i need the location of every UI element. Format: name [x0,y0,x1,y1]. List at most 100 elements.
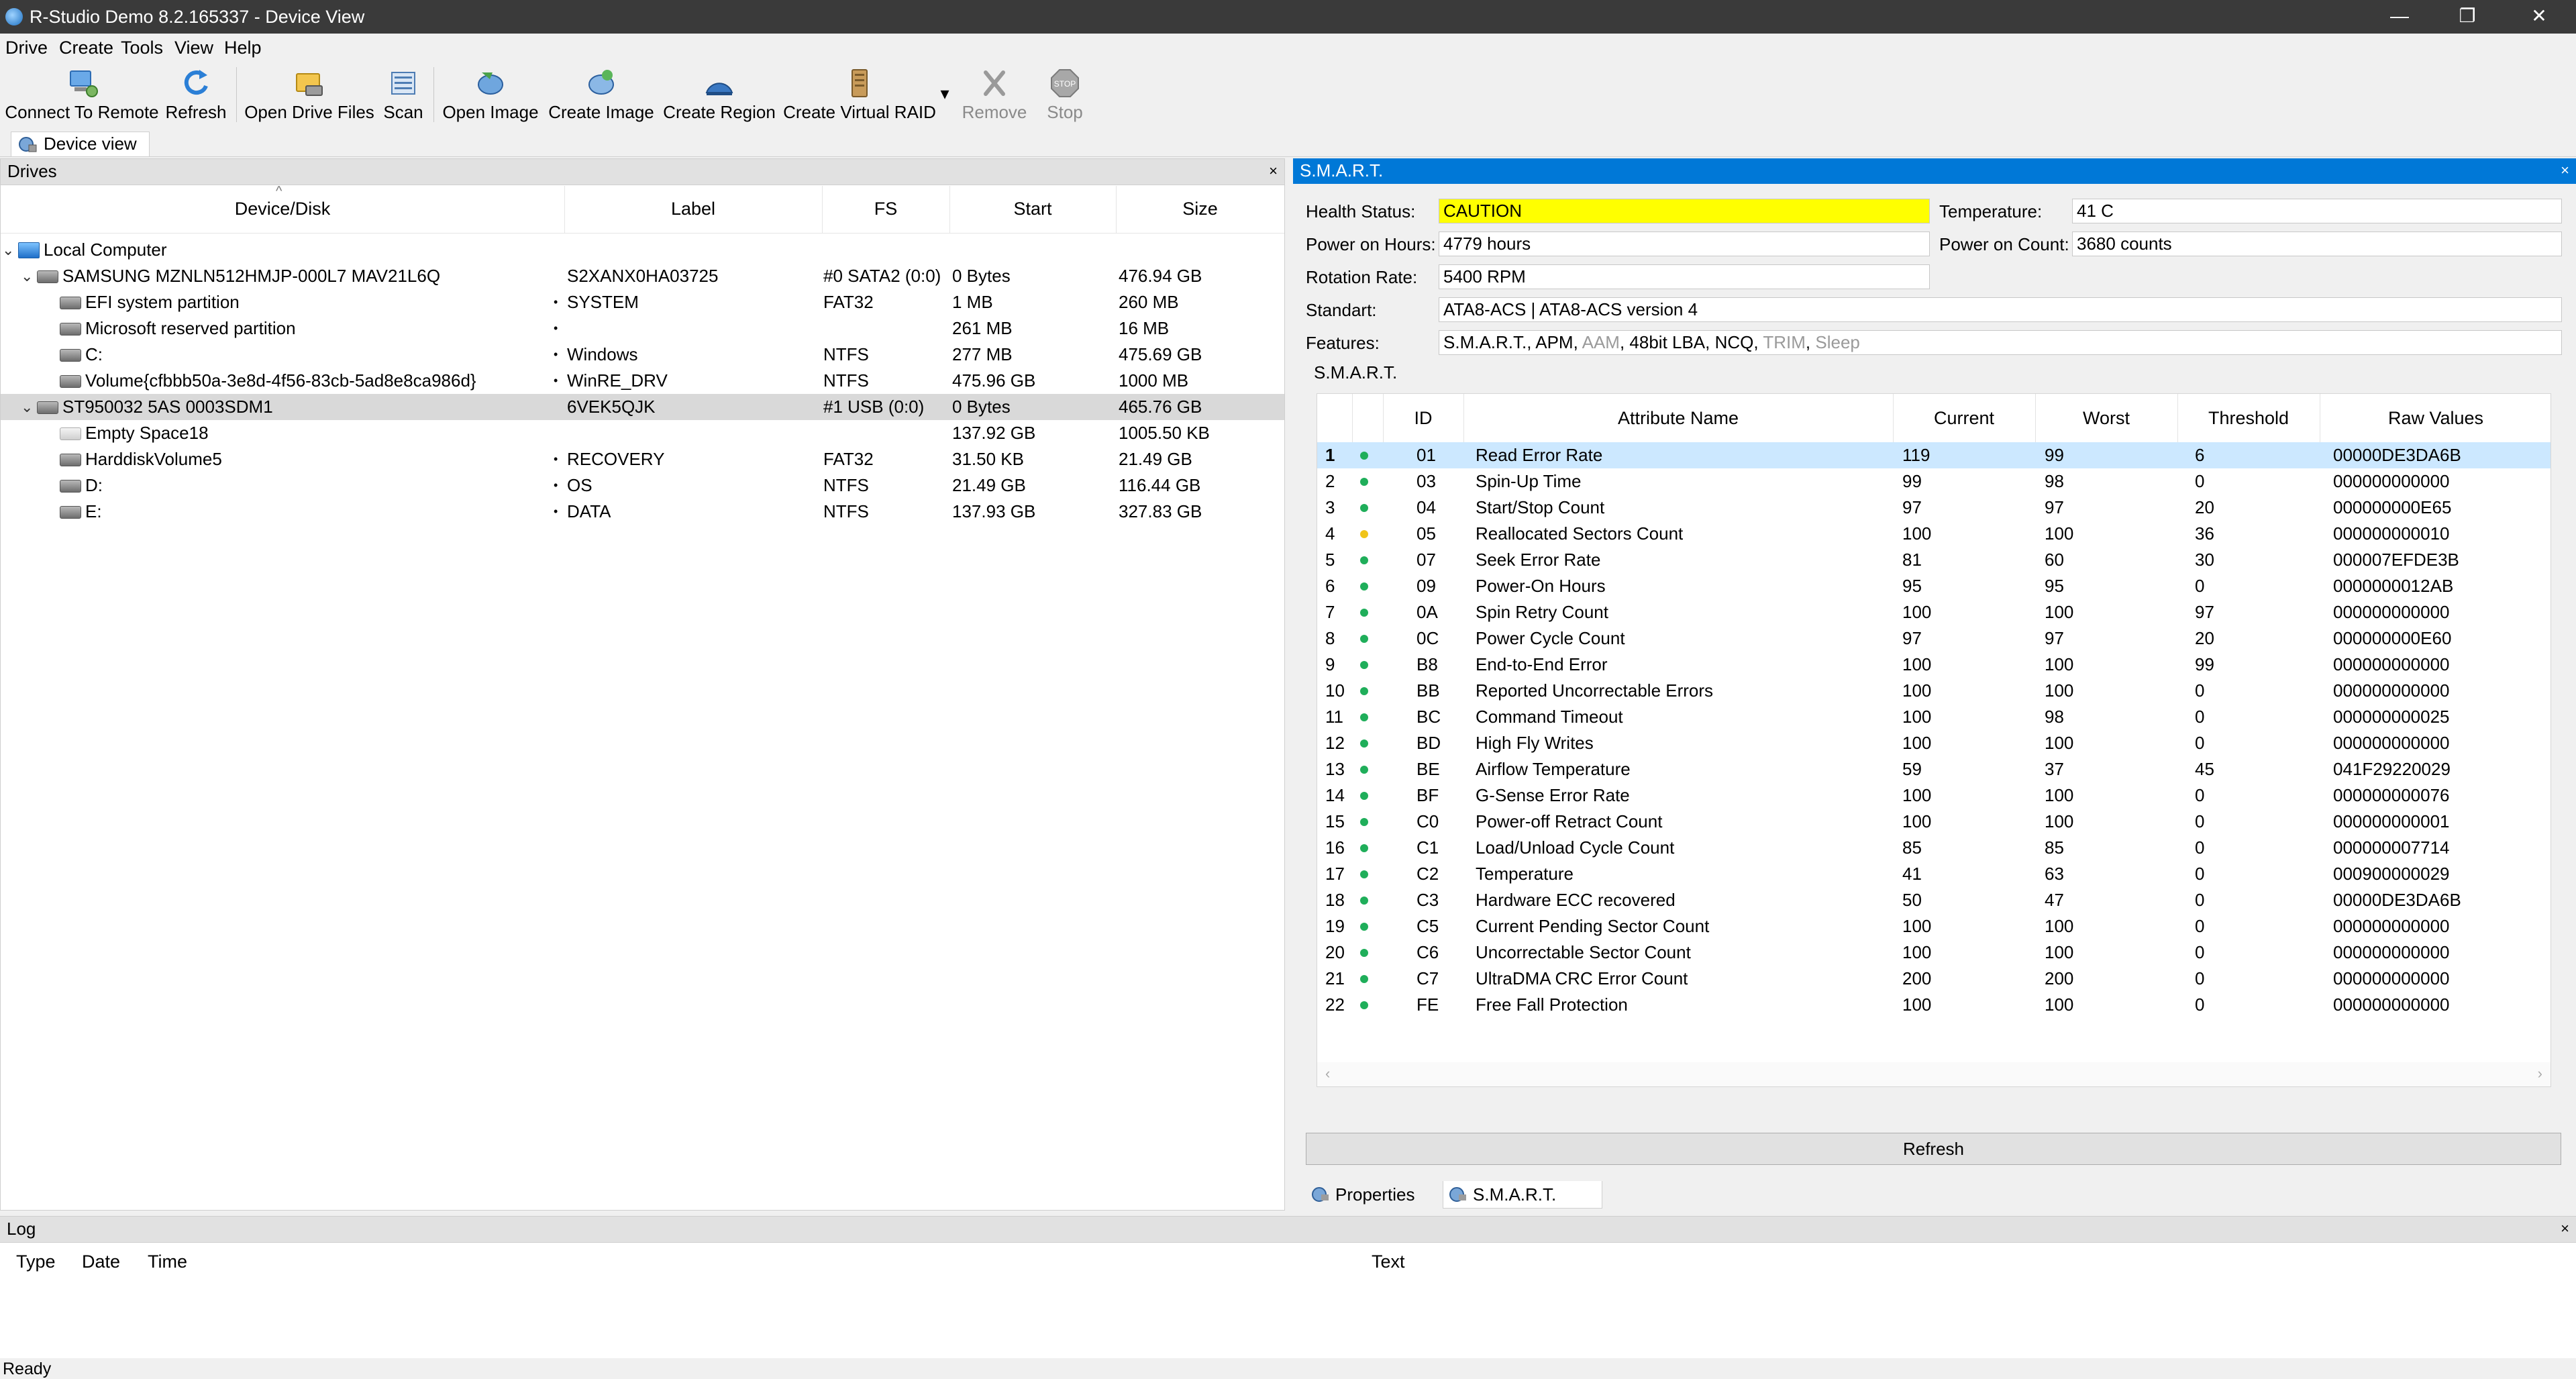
drive-row[interactable]: Empty Space18 137.92 GB 1005.50 KB [1,420,1284,446]
attribute-current: 81 [1902,550,1922,570]
smart-row[interactable]: 3 04 Start/Stop Count 97 97 20 000000000E65 [1317,495,2551,521]
drive-name: HarddiskVolume5 [85,449,222,469]
chevron-down-icon[interactable]: ⌄ [21,263,33,289]
open-drive-files-button[interactable]: Open Drive Files [244,63,374,125]
smart-row[interactable]: 12 BD High Fly Writes 100 100 0 000000000000 [1317,730,2551,756]
scroll-right-icon[interactable]: › [2538,1065,2542,1082]
drive-row[interactable]: ⌄ SAMSUNG MZNLN512HMJP-000L7 MAV21L6Q S2XA… [1,263,1284,289]
column-id[interactable]: ID [1383,394,1464,442]
attribute-threshold: 0 [2195,733,2205,753]
smart-refresh-button[interactable]: Refresh [1306,1133,2561,1165]
smart-row[interactable]: 4 05 Reallocated Sectors Count 100 100 36 0000… [1317,521,2551,547]
disk-icon [60,454,81,466]
menu-help[interactable]: Help [224,38,262,58]
create-virtual-raid-button[interactable]: Create Virtual RAID [782,63,937,125]
smart-row[interactable]: 8 0C Power Cycle Count 97 97 20 000000000E60 [1317,625,2551,652]
remove-button[interactable]: Remove [960,63,1029,125]
scan-button[interactable]: Scan [380,63,427,125]
scroll-left-icon[interactable]: ‹ [1325,1065,1330,1082]
virtual-raid-dropdown[interactable]: ▾ [938,63,951,125]
drive-start: 0 Bytes [952,397,1011,417]
close-button[interactable]: ✕ [2502,0,2576,34]
svg-text:STOP: STOP [1054,79,1076,89]
row-number: 21 [1325,968,1345,988]
smart-row[interactable]: 18 C3 Hardware ECC recovered 50 47 0 00000DE3D… [1317,887,2551,913]
column-worst[interactable]: Worst [2035,394,2178,442]
column-size[interactable]: Size [1116,186,1284,233]
smart-row[interactable]: 2 03 Spin-Up Time 99 98 0 000000000000 [1317,468,2551,495]
smart-row[interactable]: 6 09 Power-On Hours 95 95 0 0000000012AB [1317,573,2551,599]
smart-row[interactable]: 9 B8 End-to-End Error 100 100 99 000000000000 [1317,652,2551,678]
smart-row[interactable]: 15 C0 Power-off Retract Count 100 100 0 000000… [1317,809,2551,835]
drive-row[interactable]: EFI system partition • SYSTEM FAT32 1 MB 260 … [1,289,1284,315]
attribute-threshold: 0 [2195,890,2205,910]
drive-row[interactable]: ⌄ ST950032 5AS 0003SDM1 6VEK5QJK #1 USB (0:… [1,394,1284,420]
open-image-button[interactable]: Open Image [440,63,541,125]
stop-button[interactable]: STOP Stop [1036,63,1094,125]
chevron-down-icon[interactable]: ⌄ [21,394,33,420]
smart-row[interactable]: 10 BB Reported Uncorrectable Errors 100 100 0… [1317,678,2551,704]
create-region-button[interactable]: Create Region [662,63,777,125]
smart-row[interactable]: 1 01 Read Error Rate 119 99 6 00000DE3DA6B [1317,442,2551,468]
close-icon[interactable]: × [2561,1217,2569,1241]
connect-to-remote-button[interactable]: Connect To Remote [4,63,160,125]
smart-row[interactable]: 17 C2 Temperature 41 63 0 000900000029 [1317,861,2551,887]
smart-row[interactable]: 16 C1 Load/Unload Cycle Count 85 85 0 00000000… [1317,835,2551,861]
refresh-toolbar-button[interactable]: Refresh [164,63,228,125]
minimize-button[interactable]: — [2363,0,2436,34]
drive-name: SAMSUNG MZNLN512HMJP-000L7 MAV21L6Q [62,266,441,286]
drive-row[interactable]: E: • DATA NTFS 137.93 GB 327.83 GB [1,499,1284,525]
horizontal-scrollbar[interactable]: ‹ › [1317,1062,2551,1086]
column-raw-values[interactable]: Raw Values [2320,394,2552,442]
chevron-down-icon[interactable]: ⌄ [2,237,14,263]
smart-row[interactable]: 11 BC Command Timeout 100 98 0 000000000025 [1317,704,2551,730]
log-column-date[interactable]: Date [82,1252,120,1272]
column-attribute-name[interactable]: Attribute Name [1463,394,1894,442]
tab-smart[interactable]: S.M.A.R.T. [1443,1181,1602,1209]
empty-space-icon [60,427,81,440]
attribute-name: End-to-End Error [1476,654,1608,674]
drive-row[interactable]: ⌄ Local Computer [1,237,1284,263]
column-device-disk[interactable]: Device/Disk ^ [1,184,565,233]
drive-row[interactable]: D: • OS NTFS 21.49 GB 116.44 GB [1,472,1284,499]
column-status [1352,394,1384,442]
attribute-id: 05 [1416,523,1436,544]
column-start[interactable]: Start [949,186,1117,233]
column-label[interactable]: Label [564,186,823,233]
attribute-threshold: 0 [2195,811,2205,831]
smart-row[interactable]: 22 FE Free Fall Protection 100 100 0 000000000… [1317,992,2551,1018]
smart-row[interactable]: 19 C5 Current Pending Sector Count 100 100 0 0… [1317,913,2551,939]
smart-row[interactable]: 13 BE Airflow Temperature 59 37 45 041F2922002… [1317,756,2551,782]
drive-row[interactable]: C: • Windows NTFS 277 MB 475.69 GB [1,342,1284,368]
smart-row[interactable]: 5 07 Seek Error Rate 81 60 30 000007EFDE3B [1317,547,2551,573]
close-icon[interactable]: × [2561,158,2569,183]
log-column-text[interactable]: Text [1372,1252,1405,1272]
column-fs[interactable]: FS [822,186,950,233]
attribute-current: 100 [1902,811,1932,831]
drive-row[interactable]: Volume{cfbbb50a-3e8d-4f56-83cb-5ad8e8ca9… [1,368,1284,394]
drive-row[interactable]: HarddiskVolume5 • RECOVERY FAT32 31.50 KB 21.… [1,446,1284,472]
attribute-raw: 000000000000 [2333,942,2450,962]
tab-properties[interactable]: Properties [1306,1181,1415,1208]
row-number: 6 [1325,576,1335,596]
tab-device-view[interactable]: Device view [11,132,150,156]
column-current[interactable]: Current [1893,394,2036,442]
smart-row[interactable]: 14 BF G-Sense Error Rate 100 100 0 00000000007… [1317,782,2551,809]
smart-row[interactable]: 20 C6 Uncorrectable Sector Count 100 100 0 000… [1317,939,2551,966]
menu-create[interactable]: Create [59,38,113,58]
rotation-rate-label: Rotation Rate: [1306,267,1418,287]
close-icon[interactable]: × [1269,159,1278,183]
smart-row[interactable]: 7 0A Spin Retry Count 100 100 97 000000000000 [1317,599,2551,625]
create-image-button[interactable]: Create Image [548,63,655,125]
menu-view[interactable]: View [174,38,213,58]
smart-row[interactable]: 21 C7 UltraDMA CRC Error Count 200 200 0 00000… [1317,966,2551,992]
log-column-type[interactable]: Type [16,1252,56,1272]
menu-drive[interactable]: Drive [5,38,48,58]
standart-label: Standart: [1306,300,1377,320]
maximize-button[interactable]: ❐ [2430,0,2504,34]
temperature-label: Temperature: [1939,201,2043,221]
drive-row[interactable]: Microsoft reserved partition • 261 MB 16 MB [1,315,1284,342]
log-column-time[interactable]: Time [148,1252,187,1272]
column-threshold[interactable]: Threshold [2177,394,2320,442]
menu-tools[interactable]: Tools [121,38,163,58]
